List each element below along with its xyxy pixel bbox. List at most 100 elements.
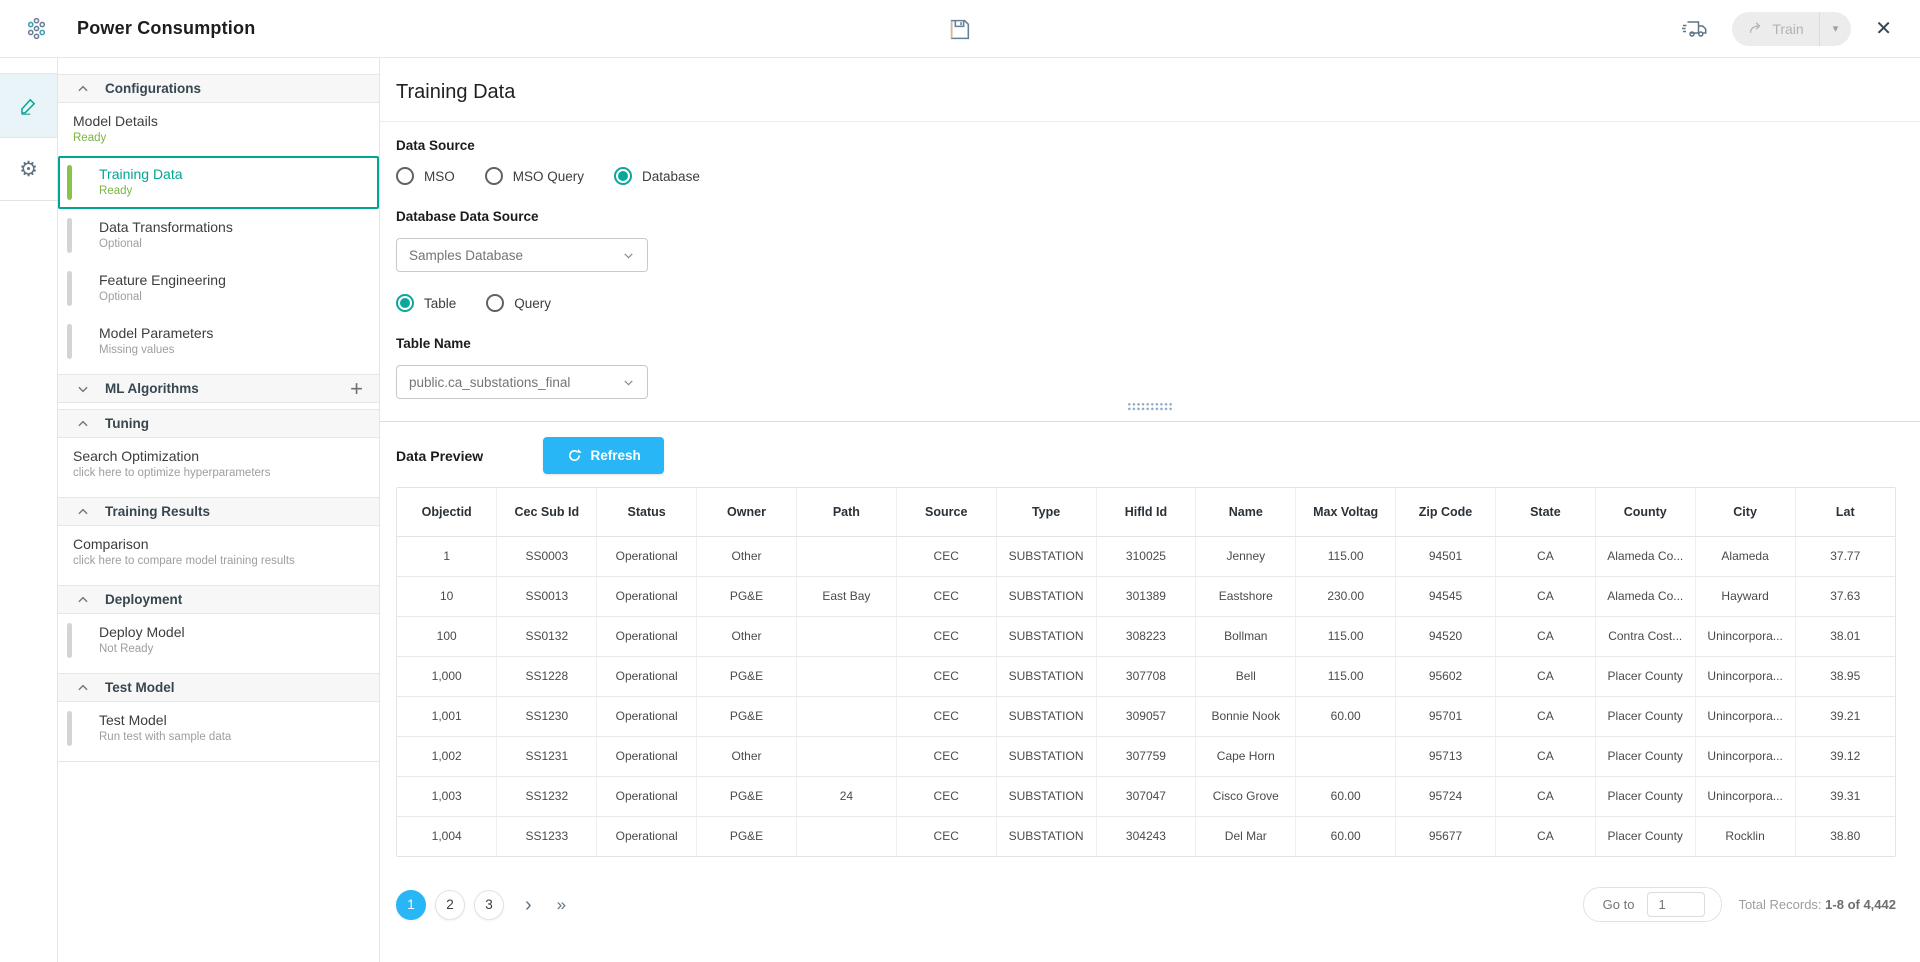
table-row[interactable]: 100SS0132OperationalOtherCECSUBSTATION30… [397,616,1895,656]
goto-page-input[interactable] [1647,892,1705,917]
status-bar [67,218,72,253]
table-cell: 1,003 [397,776,497,816]
table-cell: Placer County [1595,656,1695,696]
train-arrow-icon [1748,21,1763,36]
table-cell: 94545 [1396,576,1496,616]
section-label: Test Model [105,680,175,695]
column-header-objectid: Objectid [397,488,497,536]
table-cell: 37.63 [1795,576,1895,616]
table-cell: Eastshore [1196,576,1296,616]
table-cell: SUBSTATION [996,696,1096,736]
table-row[interactable]: 1,001SS1230OperationalPG&ECECSUBSTATION3… [397,696,1895,736]
rail-edit-tab[interactable] [0,73,57,137]
table-row[interactable]: 1SS0003OperationalOtherCECSUBSTATION3100… [397,536,1895,576]
radio-label: Database [642,169,700,184]
resize-handle-icon[interactable] [1127,402,1173,411]
last-page-icon[interactable]: » [557,896,566,913]
train-button-label: Train [1772,21,1803,37]
next-page-icon[interactable]: › [525,895,532,915]
total-records-label: Total Records: [1738,897,1821,912]
item-status: Missing values [99,344,367,356]
sidebar-item-comparison[interactable]: Comparisonclick here to compare model tr… [58,526,379,579]
train-button[interactable]: Train [1732,12,1818,46]
radio-circle-icon [396,294,414,312]
table-query-radio-table[interactable]: Table [396,294,456,312]
table-cell: Unincorpora... [1695,776,1795,816]
table-cell: 39.31 [1795,776,1895,816]
table-cell: Other [697,616,797,656]
radio-circle-icon [485,167,503,185]
status-bar [67,324,72,359]
radio-label: MSO Query [513,169,584,184]
item-status: Ready [99,185,367,197]
chevron-up-icon [76,593,90,607]
table-cell: SS1232 [497,776,597,816]
sidebar-item-data-transformations[interactable]: Data TransformationsOptional [58,209,379,262]
table-cell: 301389 [1096,576,1196,616]
column-header-cec-sub-id: Cec Sub Id [497,488,597,536]
data-preview-label: Data Preview [396,448,483,464]
radio-label: Query [514,296,551,311]
sidebar-item-deploy-model[interactable]: Deploy ModelNot Ready [58,614,379,667]
section-header-deployment[interactable]: Deployment [58,585,379,614]
table-cell: Bollman [1196,616,1296,656]
column-header-county: County [1595,488,1695,536]
table-row[interactable]: 1,000SS1228OperationalPG&ECECSUBSTATION3… [397,656,1895,696]
train-dropdown-icon[interactable]: ▾ [1820,12,1852,46]
section-header-configurations[interactable]: Configurations [58,74,379,103]
table-cell: 307708 [1096,656,1196,696]
main-panel: Training Data Data Source MSOMSO QueryDa… [380,58,1920,962]
table-row[interactable]: 10SS0013OperationalPG&EEast BayCECSUBSTA… [397,576,1895,616]
sidebar-item-test-model[interactable]: Test ModelRun test with sample data [58,702,379,755]
sidebar-item-model-parameters[interactable]: Model ParametersMissing values [58,315,379,368]
table-cell: SS1230 [497,696,597,736]
sidebar-item-feature-engineering[interactable]: Feature EngineeringOptional [58,262,379,315]
section-header-training-results[interactable]: Training Results [58,497,379,526]
close-icon[interactable]: ✕ [1875,16,1892,41]
table-cell: SUBSTATION [996,616,1096,656]
table-name-select[interactable]: public.ca_substations_final [396,365,648,399]
train-button-group: Train ▾ [1732,12,1851,46]
data-source-radio-mso-query[interactable]: MSO Query [485,167,584,185]
database-data-source-select[interactable]: Samples Database [396,238,648,272]
data-source-radio-database[interactable]: Database [614,167,700,185]
page-button-1[interactable]: 1 [396,890,426,920]
data-preview-table-wrap: ObjectidCec Sub IdStatusOwnerPathSourceT… [396,487,1896,857]
save-icon[interactable] [948,17,973,42]
table-cell: 24 [796,776,896,816]
table-row[interactable]: 1,003SS1232OperationalPG&E24CECSUBSTATIO… [397,776,1895,816]
section-label: Configurations [105,81,201,96]
add-algorithm-icon[interactable]: + [350,379,363,399]
page-button-3[interactable]: 3 [474,890,504,920]
page-button-2[interactable]: 2 [435,890,465,920]
table-cell: SS1231 [497,736,597,776]
status-bar [67,271,72,306]
chevron-up-icon [76,505,90,519]
table-cell: 1 [397,536,497,576]
section-header-test-model[interactable]: Test Model [58,673,379,702]
sidebar-item-training-data[interactable]: Training DataReady [58,156,379,209]
table-cell: Unincorpora... [1695,616,1795,656]
config-sidebar: ConfigurationsModel DetailsReadyTraining… [58,58,380,962]
sidebar-item-model-details[interactable]: Model DetailsReady [58,103,379,156]
table-cell: 309057 [1096,696,1196,736]
deploy-truck-icon[interactable] [1681,17,1708,41]
table-row[interactable]: 1,002SS1231OperationalOtherCECSUBSTATION… [397,736,1895,776]
data-source-radio-mso[interactable]: MSO [396,167,455,185]
table-cell: 308223 [1096,616,1196,656]
refresh-button[interactable]: Refresh [543,437,664,474]
table-row[interactable]: 1,004SS1233OperationalPG&ECECSUBSTATION3… [397,816,1895,856]
sidebar-item-search-optimization[interactable]: Search Optimizationclick here to optimiz… [58,438,379,491]
table-cell [796,536,896,576]
table-cell: 39.21 [1795,696,1895,736]
table-cell [796,656,896,696]
item-status: click here to compare model training res… [73,555,367,567]
refresh-icon [567,448,582,463]
table-query-radio-query[interactable]: Query [486,294,551,312]
table-cell: Contra Cost... [1595,616,1695,656]
section-header-tuning[interactable]: Tuning [58,409,379,438]
rail-settings-tab[interactable]: ⚙ [0,137,57,201]
data-source-radio-group: MSO MSO Query Database [396,167,1896,185]
section-header-ml-algorithms[interactable]: ML Algorithms+ [58,374,379,403]
column-header-max-voltag: Max Voltag [1296,488,1396,536]
